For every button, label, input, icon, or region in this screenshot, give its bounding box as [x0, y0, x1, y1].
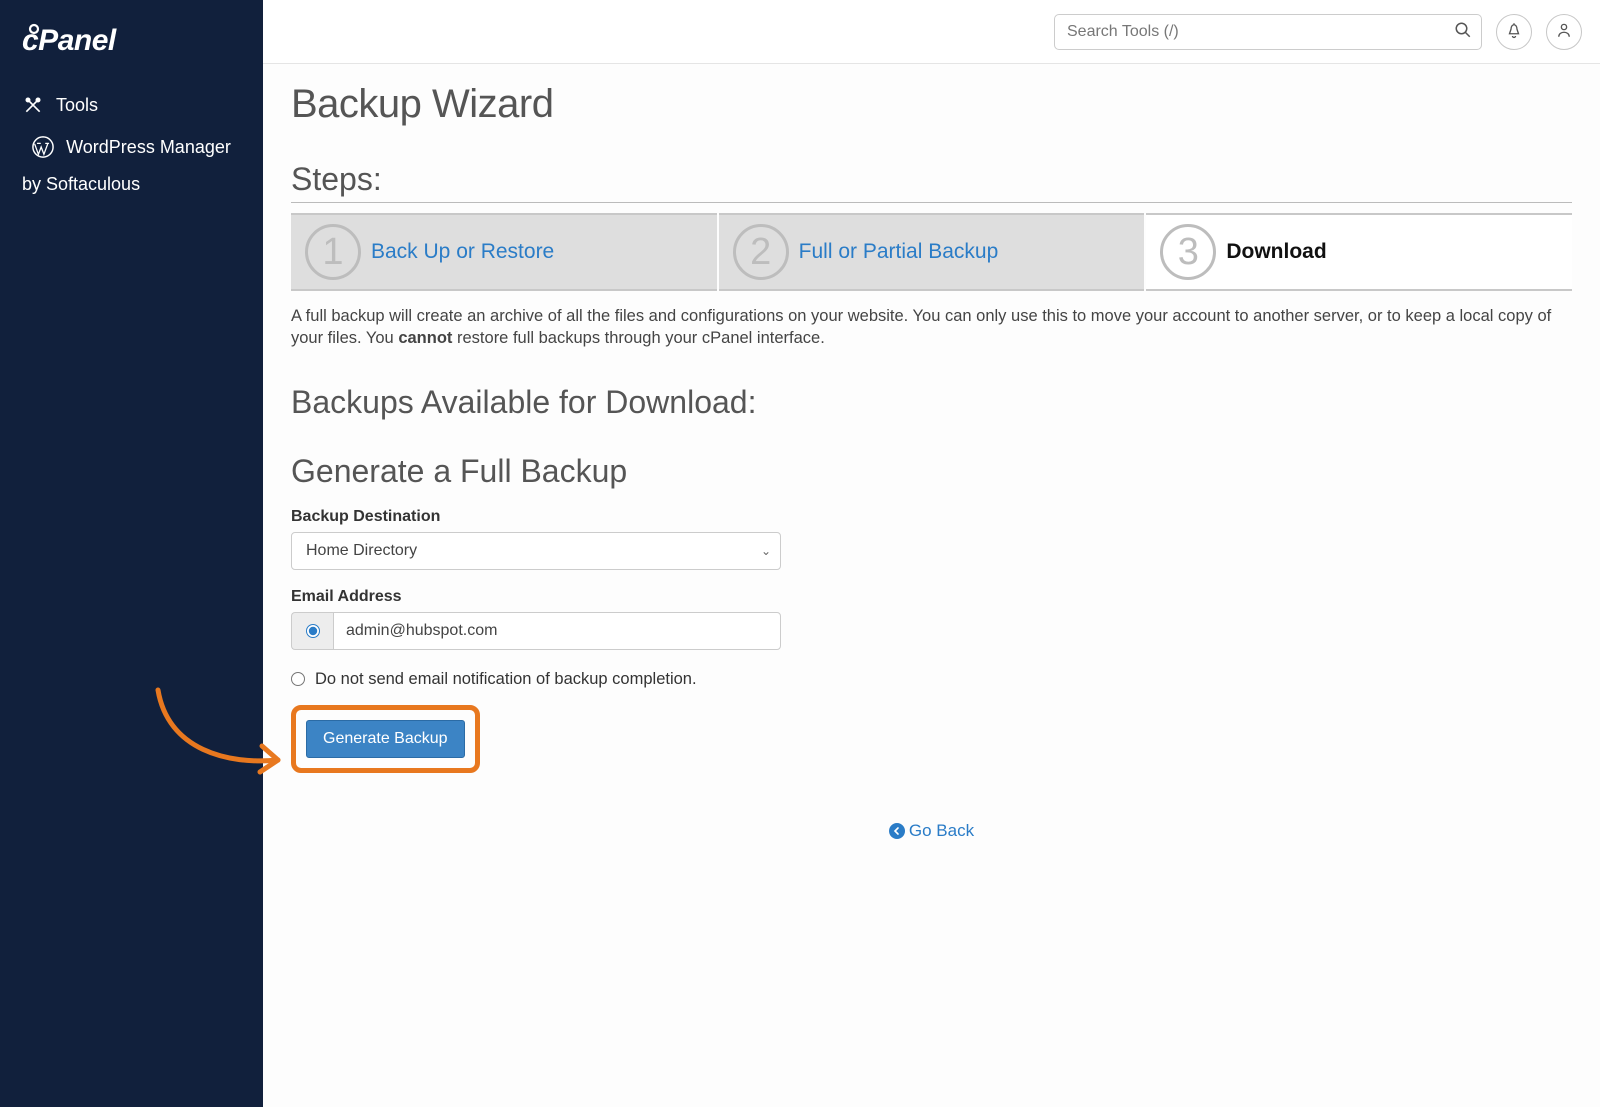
go-back-link[interactable]: Go Back	[889, 821, 974, 840]
search-input[interactable]	[1054, 14, 1482, 50]
step-label: Full or Partial Backup	[799, 240, 999, 264]
generate-heading: Generate a Full Backup	[291, 453, 1572, 490]
description: A full backup will create an archive of …	[291, 305, 1572, 350]
destination-select-wrap: Home Directory ⌄	[291, 532, 781, 570]
page-title: Backup Wizard	[291, 82, 1572, 127]
go-back-label: Go Back	[909, 821, 974, 840]
sidebar-item-wordpress-manager[interactable]: WordPress Manager	[0, 126, 263, 168]
steps-heading: Steps:	[291, 161, 1572, 203]
destination-label: Backup Destination	[291, 508, 1572, 526]
sidebar-item-label: WordPress Manager	[66, 137, 231, 158]
content: Backup Wizard Steps: 1 Back Up or Restor…	[263, 64, 1600, 1107]
sidebar-item-tools[interactable]: Tools	[0, 84, 263, 126]
sidebar: cPanel Tools Wo	[0, 0, 263, 1107]
user-icon	[1555, 21, 1573, 43]
wordpress-icon	[32, 136, 54, 158]
notifications-button[interactable]	[1496, 14, 1532, 50]
email-label: Email Address	[291, 588, 1572, 606]
step-label: Back Up or Restore	[371, 240, 554, 264]
no-email-radio[interactable]	[291, 672, 305, 686]
steps: 1 Back Up or Restore 2 Full or Partial B…	[291, 213, 1572, 291]
account-button[interactable]	[1546, 14, 1582, 50]
no-email-row[interactable]: Do not send email notification of backup…	[291, 670, 1572, 689]
email-radio-box[interactable]	[291, 612, 333, 650]
search-icon[interactable]	[1454, 21, 1472, 43]
email-row	[291, 612, 781, 650]
sidebar-item-label: Tools	[56, 95, 98, 116]
step-full-or-partial[interactable]: 2 Full or Partial Backup	[719, 213, 1145, 291]
step-number: 1	[305, 224, 361, 280]
tools-icon	[22, 94, 44, 116]
go-back-row: Go Back	[291, 821, 1572, 841]
sidebar-nav: Tools WordPress Manager by Softaculous	[0, 84, 263, 195]
brand-logo: cPanel	[0, 0, 263, 84]
description-bold: cannot	[398, 329, 452, 347]
step-download: 3 Download	[1146, 213, 1572, 291]
step-backup-or-restore[interactable]: 1 Back Up or Restore	[291, 213, 717, 291]
arrow-left-circle-icon	[889, 823, 905, 839]
step-number: 3	[1160, 224, 1216, 280]
generate-backup-button[interactable]: Generate Backup	[306, 720, 465, 758]
svg-text:cPanel: cPanel	[22, 24, 117, 57]
available-heading: Backups Available for Download:	[291, 384, 1572, 425]
step-number: 2	[733, 224, 789, 280]
search-wrap	[1054, 14, 1482, 50]
bell-icon	[1505, 21, 1523, 43]
description-text: restore full backups through your cPanel…	[452, 329, 824, 347]
destination-select[interactable]: Home Directory	[291, 532, 781, 570]
main: Backup Wizard Steps: 1 Back Up or Restor…	[263, 0, 1600, 1107]
step-label: Download	[1226, 240, 1326, 264]
email-notify-radio[interactable]	[306, 624, 320, 638]
no-email-label: Do not send email notification of backup…	[315, 670, 697, 689]
topbar	[263, 0, 1600, 64]
annotation-highlight: Generate Backup	[291, 705, 480, 773]
email-input[interactable]	[333, 612, 781, 650]
sidebar-item-subtext: by Softaculous	[0, 168, 263, 195]
